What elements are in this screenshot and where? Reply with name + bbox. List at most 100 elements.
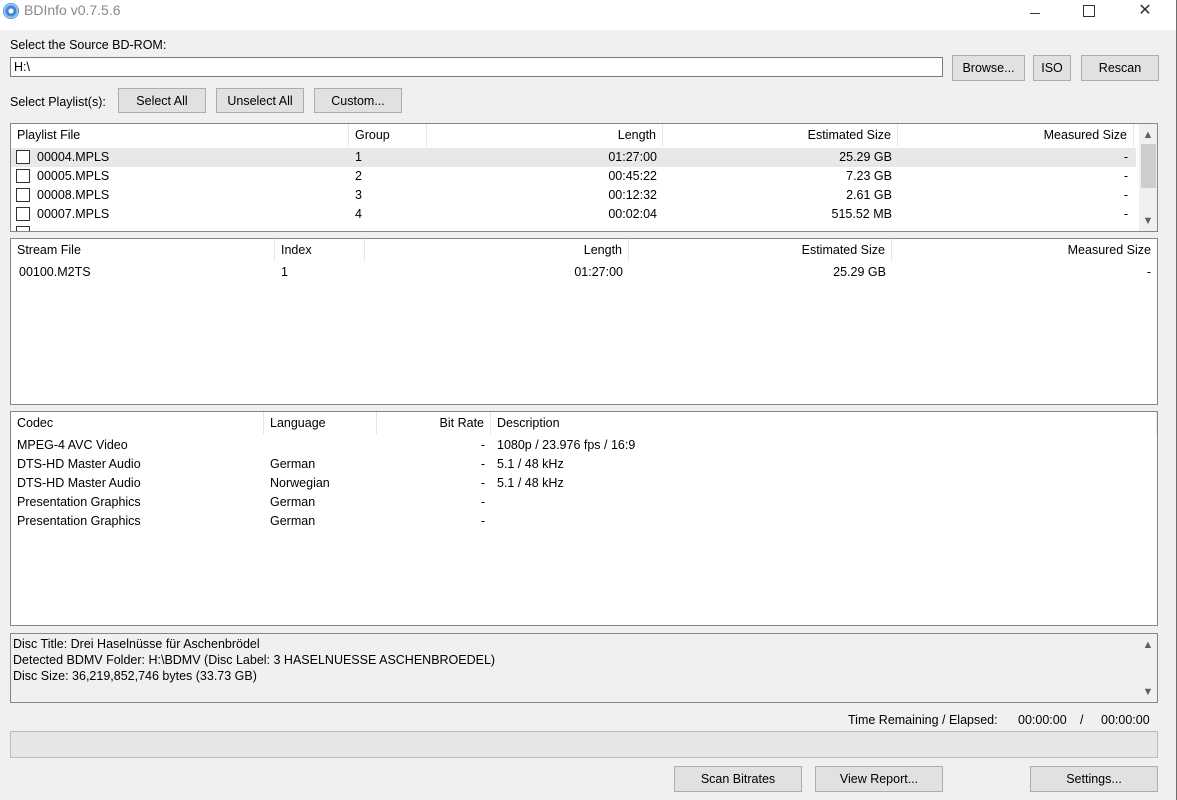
- iso-button[interactable]: ISO: [1033, 55, 1071, 81]
- codec-language: German: [270, 457, 316, 471]
- playlist-estimated-size: 25.29 GB: [839, 150, 892, 164]
- playlist-estimated-size: 515.52 MB: [831, 207, 892, 221]
- minimize-icon: [1030, 12, 1040, 14]
- codec-bit-rate: -: [480, 438, 485, 452]
- codec-bit-rate: -: [480, 476, 485, 490]
- rescan-button[interactable]: Rescan: [1081, 55, 1159, 81]
- codec-language: German: [270, 495, 316, 509]
- custom-button[interactable]: Custom...: [314, 88, 402, 113]
- source-path-input[interactable]: [10, 57, 943, 77]
- maximize-icon: [1083, 5, 1095, 17]
- column-header-description[interactable]: Description: [491, 412, 1157, 434]
- select-all-button[interactable]: Select All: [118, 88, 206, 113]
- disc-size-line: Disc Size: 36,219,852,746 bytes (33.73 G…: [13, 669, 257, 683]
- column-header-estimated-size[interactable]: Estimated Size: [663, 124, 898, 146]
- time-elapsed-value: 00:00:00: [1101, 713, 1150, 727]
- column-header-group[interactable]: Group: [349, 124, 427, 146]
- codec-name: DTS-HD Master Audio: [17, 476, 141, 490]
- column-header-bit-rate[interactable]: Bit Rate: [377, 412, 491, 434]
- stream-length: 01:27:00: [574, 265, 623, 279]
- source-label: Select the Source BD-ROM:: [10, 38, 167, 52]
- column-header-codec[interactable]: Codec: [11, 412, 264, 434]
- codec-bit-rate: -: [480, 457, 485, 471]
- playlist-measured-size: -: [1123, 150, 1128, 164]
- playlist-measured-size: -: [1123, 207, 1128, 221]
- playlist-file[interactable]: 00004.MPLS: [31, 148, 115, 167]
- playlist-checkbox[interactable]: [16, 207, 30, 221]
- title-bar[interactable]: BDInfo v0.7.5.6 ✕: [0, 0, 1176, 30]
- playlist-file[interactable]: 00008.MPLS: [31, 186, 115, 205]
- browse-button[interactable]: Browse...: [952, 55, 1025, 81]
- codec-name: DTS-HD Master Audio: [17, 457, 141, 471]
- column-header-length[interactable]: Length: [365, 239, 629, 261]
- scroll-thumb[interactable]: [1141, 144, 1156, 188]
- column-header-playlist-file[interactable]: Playlist File: [11, 124, 349, 146]
- codec-description: 5.1 / 48 kHz: [497, 476, 564, 490]
- column-header-measured-size[interactable]: Measured Size: [898, 124, 1134, 146]
- disc-info-textbox[interactable]: Disc Title: Drei Haselnüsse für Aschenbr…: [10, 633, 1158, 703]
- playlist-group: 2: [355, 169, 362, 183]
- playlist-estimated-size: 2.61 GB: [846, 188, 892, 202]
- playlist-length: 00:45:22: [608, 169, 657, 183]
- codec-table[interactable]: Codec Language Bit Rate Description MPEG…: [10, 411, 1158, 626]
- maximize-button[interactable]: [1066, 0, 1112, 22]
- settings-button[interactable]: Settings...: [1030, 766, 1158, 792]
- close-icon: ✕: [1138, 2, 1152, 19]
- codec-description: [491, 493, 503, 512]
- stream-index: 1: [281, 265, 288, 279]
- codec-name: Presentation Graphics: [17, 495, 141, 509]
- codec-description: [491, 512, 503, 531]
- playlist-checkbox[interactable]: [16, 188, 30, 202]
- scroll-down-icon[interactable]: ▼: [1139, 683, 1157, 700]
- bdmv-folder-line: Detected BDMV Folder: H:\BDMV (Disc Labe…: [13, 653, 496, 667]
- playlist-measured-size: -: [1123, 169, 1128, 183]
- playlist-checkbox[interactable]: [16, 169, 30, 183]
- playlist-scrollbar[interactable]: ▲ ▼: [1139, 124, 1157, 231]
- stream-table[interactable]: Stream File Index Length Estimated Size …: [10, 238, 1158, 405]
- scroll-down-icon[interactable]: ▼: [1139, 212, 1157, 229]
- bdinfo-window: BDInfo v0.7.5.6 ✕ Select the Source BD-R…: [0, 0, 1177, 800]
- column-header-stream-file[interactable]: Stream File: [11, 239, 275, 261]
- playlist-file[interactable]: 00007.MPLS: [31, 205, 115, 224]
- playlist-group: 4: [355, 207, 362, 221]
- playlist-estimated-size: 7.23 GB: [846, 169, 892, 183]
- playlist-table[interactable]: Playlist File Group Length Estimated Siz…: [10, 123, 1158, 232]
- scan-progress-bar: [10, 731, 1158, 758]
- minimize-button[interactable]: [1012, 0, 1058, 22]
- playlist-length: 00:12:32: [608, 188, 657, 202]
- column-header-language[interactable]: Language: [264, 412, 377, 434]
- playlist-file[interactable]: 00005.MPLS: [31, 167, 115, 186]
- scroll-up-icon[interactable]: ▲: [1139, 126, 1157, 143]
- close-button[interactable]: ✕: [1122, 0, 1168, 22]
- time-separator: /: [1080, 713, 1084, 727]
- stream-estimated-size: 25.29 GB: [833, 265, 886, 279]
- codec-language: German: [270, 514, 316, 528]
- column-header-length[interactable]: Length: [427, 124, 663, 146]
- playlist-checkbox[interactable]: [16, 226, 30, 231]
- codec-name: MPEG-4 AVC Video: [17, 438, 128, 452]
- playlist-checkbox[interactable]: [16, 150, 30, 164]
- playlist-measured-size: -: [1123, 188, 1128, 202]
- bluray-disc-icon: [3, 3, 19, 19]
- time-remaining-label: Time Remaining / Elapsed:: [848, 713, 998, 727]
- unselect-all-button[interactable]: Unselect All: [216, 88, 304, 113]
- codec-bit-rate: -: [480, 495, 485, 509]
- column-header-index[interactable]: Index: [275, 239, 365, 261]
- disc-title-line: Disc Title: Drei Haselnüsse für Aschenbr…: [13, 637, 260, 651]
- column-header-measured-size[interactable]: Measured Size: [892, 239, 1157, 261]
- codec-description: 1080p / 23.976 fps / 16:9: [497, 438, 636, 452]
- codec-name: Presentation Graphics: [17, 514, 141, 528]
- playlist-group: 1: [355, 150, 362, 164]
- view-report-button[interactable]: View Report...: [815, 766, 943, 792]
- playlist-length: 01:27:00: [608, 150, 657, 164]
- scan-bitrates-button[interactable]: Scan Bitrates: [674, 766, 802, 792]
- scroll-up-icon[interactable]: ▲: [1139, 636, 1157, 653]
- disc-info-scrollbar[interactable]: ▲ ▼: [1139, 634, 1157, 702]
- codec-bit-rate: -: [480, 514, 485, 528]
- select-playlists-label: Select Playlist(s):: [10, 95, 106, 109]
- codec-description: 5.1 / 48 kHz: [497, 457, 564, 471]
- window-title: BDInfo v0.7.5.6: [24, 2, 121, 18]
- stream-file[interactable]: 00100.M2TS: [13, 263, 97, 282]
- column-header-estimated-size[interactable]: Estimated Size: [629, 239, 892, 261]
- codec-language: [264, 436, 276, 455]
